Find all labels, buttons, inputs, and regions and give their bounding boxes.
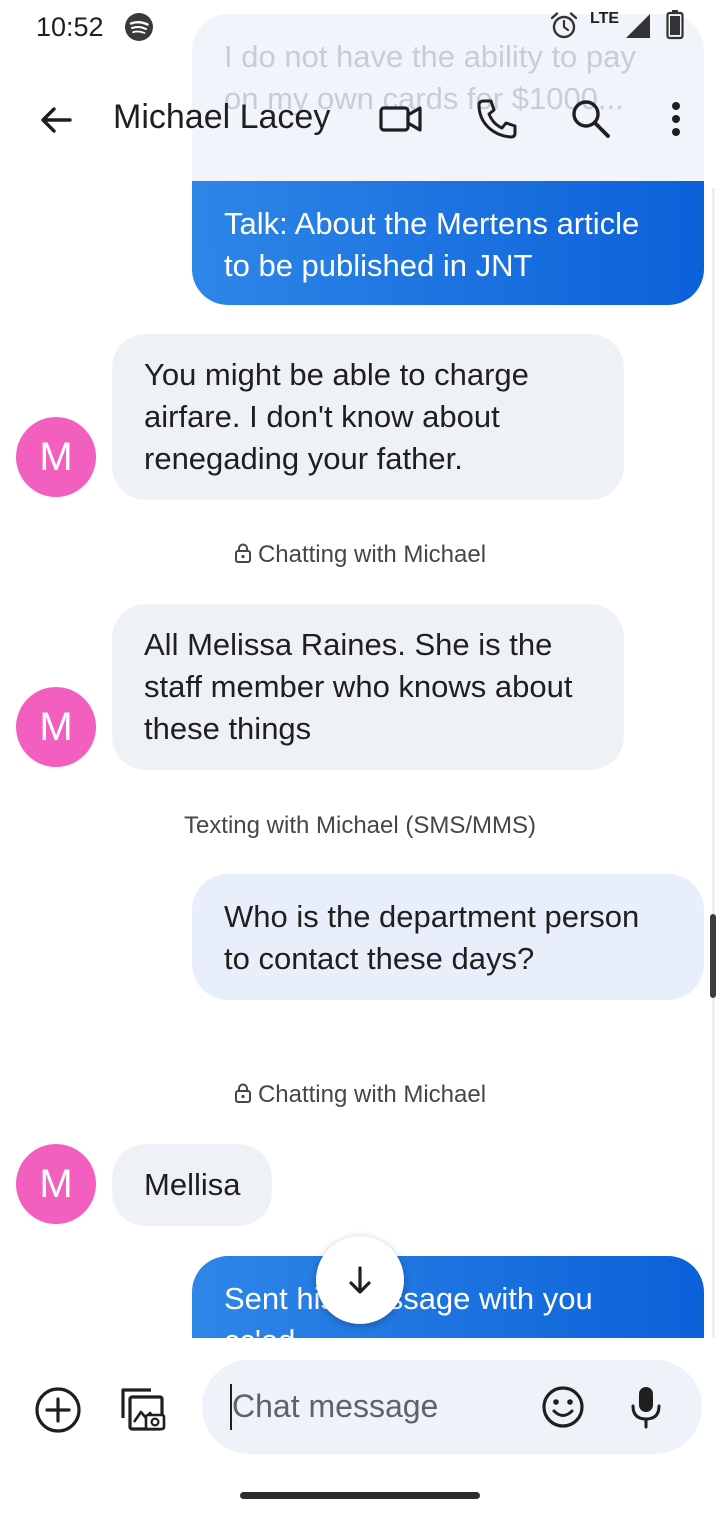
gallery-button[interactable] xyxy=(116,1382,168,1434)
message-text: You might be able to charge airfare. I d… xyxy=(144,357,529,476)
back-button[interactable] xyxy=(30,94,82,146)
status-note: Texting with Michael (SMS/MMS) xyxy=(0,812,720,840)
avatar-initial: M xyxy=(39,1161,73,1206)
incoming-message[interactable]: All Melissa Raines. She is the staff mem… xyxy=(112,604,624,770)
lock-icon xyxy=(234,1083,251,1103)
incoming-message[interactable]: You might be able to charge airfare. I d… xyxy=(112,334,624,500)
status-note: Chatting with Michael xyxy=(0,1081,720,1109)
emoji-button[interactable] xyxy=(540,1384,586,1430)
scroll-to-bottom-button[interactable] xyxy=(316,1236,404,1324)
status-note-text: Chatting with Michael xyxy=(257,541,487,568)
back-arrow-icon xyxy=(41,107,72,133)
status-note: Chatting with Michael xyxy=(0,541,720,569)
status-time: 10:52 xyxy=(36,12,104,42)
search-button[interactable] xyxy=(566,94,616,144)
alarm-icon xyxy=(550,12,578,39)
video-call-icon xyxy=(379,106,422,132)
contact-name[interactable]: Michael Lacey xyxy=(113,98,330,137)
chat-message-input[interactable]: Chat message xyxy=(202,1360,702,1454)
incoming-message[interactable]: Mellisa xyxy=(112,1144,273,1226)
status-note-text: Chatting with Michael xyxy=(257,1081,487,1108)
message-text: Who is the department person to contact … xyxy=(224,899,640,976)
lock-icon xyxy=(234,543,251,563)
search-icon xyxy=(572,100,610,138)
avatar[interactable]: M xyxy=(16,687,96,767)
video-call-button[interactable] xyxy=(376,94,426,144)
voice-input-button[interactable] xyxy=(626,1382,666,1432)
gesture-navigation-bar[interactable] xyxy=(240,1492,480,1499)
phone-icon xyxy=(477,99,517,139)
add-attachment-button[interactable] xyxy=(32,1384,84,1436)
avatar-initial: M xyxy=(39,434,73,479)
phone-call-button[interactable] xyxy=(472,94,522,144)
message-text: All Melissa Raines. She is the staff mem… xyxy=(144,627,573,746)
mic-icon xyxy=(631,1387,661,1429)
battery-icon xyxy=(666,10,684,40)
status-bar: 10:52 LTE xyxy=(0,0,720,56)
arrow-down-icon xyxy=(349,1266,371,1294)
emoji-icon xyxy=(542,1386,584,1428)
message-text: Talk: About the Mertens article to be pu… xyxy=(224,206,640,283)
signal-icon xyxy=(626,14,650,38)
avatar[interactable]: M xyxy=(16,1144,96,1224)
network-type: LTE xyxy=(590,10,620,27)
scrollbar-track xyxy=(712,188,715,1438)
more-options-button[interactable] xyxy=(656,94,696,144)
spotify-icon xyxy=(125,13,153,41)
more-vert-icon xyxy=(672,102,680,136)
avatar[interactable]: M xyxy=(16,417,96,497)
outgoing-message[interactable]: Talk: About the Mertens article to be pu… xyxy=(192,181,704,305)
avatar-initial: M xyxy=(39,704,73,749)
add-circle-icon xyxy=(35,1387,81,1433)
message-text: Mellisa xyxy=(144,1167,241,1202)
chat-message-placeholder: Chat message xyxy=(232,1388,439,1424)
scrollbar-thumb[interactable] xyxy=(710,914,716,998)
status-note-text: Texting with Michael (SMS/MMS) xyxy=(183,812,537,839)
conversation-header: Michael Lacey xyxy=(0,70,720,166)
outgoing-message[interactable]: Who is the department person to contact … xyxy=(192,874,704,1000)
gallery-icon xyxy=(121,1388,166,1431)
